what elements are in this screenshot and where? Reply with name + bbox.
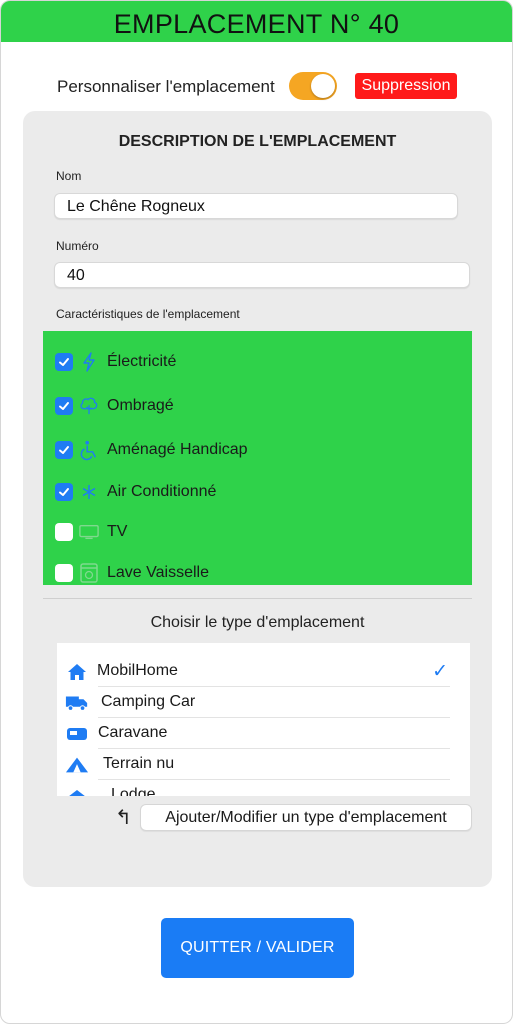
delete-button[interactable]: Suppression: [355, 73, 457, 99]
feature-item-air-conditioning[interactable]: Air Conditionné: [55, 481, 216, 503]
type-item-terrain-nu[interactable]: Terrain nu: [57, 749, 470, 780]
checkbox-unchecked[interactable]: [55, 523, 73, 541]
type-label: Lodge: [111, 786, 156, 796]
quit-validate-button[interactable]: QUITTER / VALIDER: [161, 918, 354, 978]
return-arrow-icon: ↰: [115, 807, 132, 829]
name-label: Nom: [56, 169, 82, 183]
house-icon: [65, 662, 89, 682]
type-label: Terrain nu: [103, 755, 175, 772]
features-label: Caractéristiques de l'emplacement: [56, 307, 240, 321]
type-item-caravane[interactable]: Caravane: [57, 718, 470, 749]
checkbox-checked[interactable]: [55, 397, 73, 415]
type-list: MobilHome ✓ Camping Car Caravane Terrain…: [57, 643, 470, 796]
type-label: Camping Car: [101, 693, 196, 710]
lodge-icon: [65, 786, 89, 796]
window: EMPLACEMENT N° 40 Personnaliser l'emplac…: [0, 0, 513, 1024]
description-title: DESCRIPTION DE L'EMPLACEMENT: [118, 133, 397, 150]
number-label: Numéro: [56, 239, 99, 253]
feature-label: Lave Vaisselle: [107, 564, 209, 581]
type-section-title: Choisir le type d'emplacement: [150, 614, 365, 631]
feature-item-handicap[interactable]: Aménagé Handicap: [55, 439, 248, 461]
features-list: Électricité Ombragé Aménagé Handicap Air…: [43, 331, 472, 585]
feature-item-dishwasher[interactable]: Lave Vaisselle: [55, 562, 209, 584]
wheelchair-icon: [79, 440, 99, 461]
tree-icon: [79, 396, 99, 416]
type-label: MobilHome: [97, 662, 178, 679]
personalize-toggle[interactable]: [289, 72, 337, 100]
add-type-button[interactable]: Ajouter/Modifier un type d'emplacement: [140, 804, 472, 831]
number-field[interactable]: 40: [54, 262, 470, 288]
feature-item-shade[interactable]: Ombragé: [55, 395, 174, 417]
page-title: EMPLACEMENT N° 40: [1, 1, 512, 42]
dishwasher-icon: [79, 563, 99, 583]
tent-icon: [65, 755, 89, 775]
feature-label: Aménagé Handicap: [107, 441, 248, 458]
personalize-label: Personnaliser l'emplacement: [57, 77, 275, 96]
checkmark-icon: ✓: [432, 661, 448, 682]
toggle-knob: [311, 74, 335, 98]
type-item-mobilhome[interactable]: MobilHome ✓: [57, 656, 470, 687]
lightning-icon: [79, 352, 99, 372]
checkbox-checked[interactable]: [55, 353, 73, 371]
checkbox-checked[interactable]: [55, 483, 73, 501]
personalize-row: Personnaliser l'emplacement Suppression: [1, 71, 512, 103]
divider: [43, 598, 472, 599]
feature-item-tv[interactable]: TV: [55, 521, 127, 543]
type-label: Caravane: [98, 724, 168, 741]
caravan-icon: [65, 724, 89, 744]
feature-label: TV: [107, 523, 128, 540]
checkbox-checked[interactable]: [55, 441, 73, 459]
description-panel: DESCRIPTION DE L'EMPLACEMENT Nom Le Chên…: [23, 111, 492, 887]
checkbox-unchecked[interactable]: [55, 564, 73, 582]
feature-label: Ombragé: [107, 397, 174, 414]
feature-label: Air Conditionné: [107, 483, 217, 500]
snowflake-icon: [79, 482, 99, 502]
type-item-camping-car[interactable]: Camping Car: [57, 687, 470, 718]
type-item-lodge[interactable]: Lodge: [57, 780, 470, 796]
name-field[interactable]: Le Chêne Rogneux: [54, 193, 458, 219]
feature-item-electricity[interactable]: Électricité: [55, 351, 176, 373]
tv-icon: [79, 522, 99, 542]
feature-label: Électricité: [107, 353, 177, 370]
truck-icon: [65, 693, 89, 713]
